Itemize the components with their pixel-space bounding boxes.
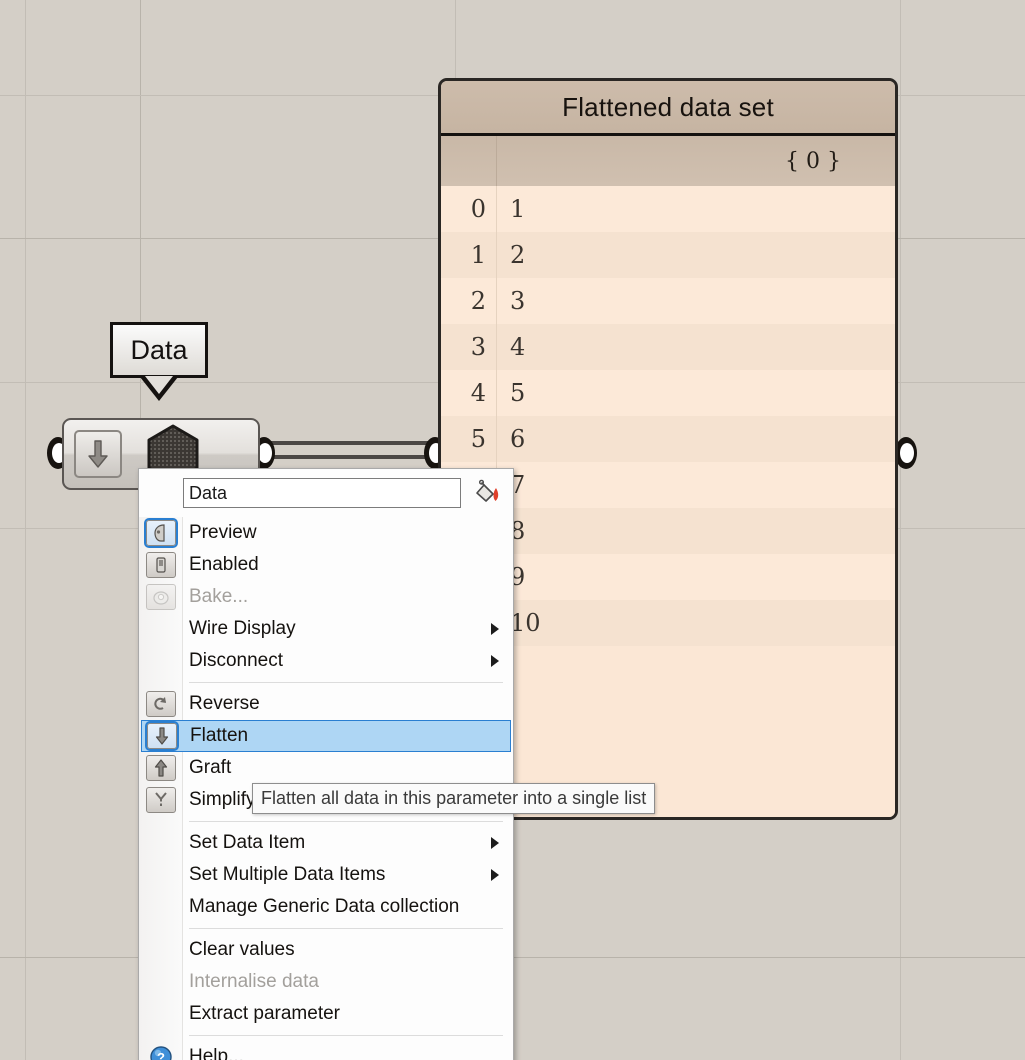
row-value: 6 [497,416,895,462]
menu-item-manage-generic-data-collection[interactable]: Manage Generic Data collection [139,891,513,923]
flatten-down-arrow-icon[interactable] [74,430,122,478]
graft-up-arrow-icon [145,754,177,782]
flatten-down-arrow-icon [146,722,178,750]
menu-item-label: Bake... [189,586,248,608]
row-index: 1 [441,232,497,278]
table-row[interactable]: 12 [441,232,895,278]
graft-up-arrow-icon-box [146,755,176,781]
data-path-label: { 0 } [497,136,895,186]
row-value: 4 [497,324,895,370]
row-value: 5 [497,370,895,416]
menu-item-label: Wire Display [189,618,296,640]
bake-icon-box [146,584,176,610]
table-row[interactable]: 45 [441,370,895,416]
menu-item-label: Disconnect [189,650,283,672]
table-row[interactable]: 56 [441,416,895,462]
menu-item-flatten[interactable]: Flatten [141,720,511,752]
bake-icon [145,583,177,611]
table-row[interactable]: 01 [441,186,895,232]
grasshopper-canvas[interactable]: Flattened data set { 0 } 011223344556677… [0,0,1025,1060]
menu-item-graft[interactable]: Graft [139,752,513,784]
gridline-vertical [900,0,901,1060]
table-row[interactable]: 34 [441,324,895,370]
row-index: 4 [441,370,497,416]
data-panel-path-row: { 0 } [441,136,895,186]
node-name-balloon: Data [110,322,208,378]
enabled-toggle-icon [145,551,177,579]
parameter-name-input[interactable] [183,478,461,508]
menu-item-wire-display[interactable]: Wire Display [139,613,513,645]
menu-item-label: Internalise data [189,971,319,993]
menu-item-reverse[interactable]: Reverse [139,688,513,720]
preview-head-icon-box [146,520,176,546]
menu-item-label: Simplify [189,789,256,811]
reverse-arrow-icon-box [146,691,176,717]
row-value: 7 [497,462,895,508]
tooltip-text: Flatten all data in this parameter into … [261,788,646,808]
menu-separator [189,682,503,683]
menu-item-label: Set Multiple Data Items [189,864,385,886]
menu-item-label: Flatten [190,725,248,747]
row-value: 8 [497,508,895,554]
preview-head-icon [145,519,177,547]
menu-item-label: Graft [189,757,231,779]
row-index: 2 [441,278,497,324]
panel-output-connector-grip[interactable] [895,437,917,469]
simplify-y-icon-box [146,787,176,813]
menu-item-preview[interactable]: Preview [139,517,513,549]
menu-separator [189,928,503,929]
flatten-down-arrow-glyph [84,439,112,469]
chevron-right-icon [491,655,499,667]
connection-wire[interactable] [255,455,445,459]
menu-item-label: Preview [189,522,257,544]
menu-item-label: Manage Generic Data collection [189,896,459,918]
menu-item-internalise-data: Internalise data [139,966,513,998]
menu-body: Preview Enabled Bake... Wire Display Disconn… [139,469,513,1060]
svg-text:?: ? [157,1050,165,1060]
chevron-right-icon [491,623,499,635]
menu-item-label: Enabled [189,554,259,576]
row-index: 5 [441,416,497,462]
balloon-tail [140,377,178,401]
paint-bucket-icon[interactable] [471,478,501,508]
data-panel-title: Flattened data set [441,81,895,136]
row-index: 0 [441,186,497,232]
row-index: 3 [441,324,497,370]
help-question-icon: ? [145,1043,177,1060]
menu-item-label: Set Data Item [189,832,305,854]
reverse-arrow-icon [145,690,177,718]
menu-item-label: Extract parameter [189,1003,340,1025]
gridline-vertical [25,0,26,1060]
row-value: 10 [497,600,895,646]
menu-item-set-data-item[interactable]: Set Data Item [139,827,513,859]
menu-item-set-multiple-data-items[interactable]: Set Multiple Data Items [139,859,513,891]
connection-wire[interactable] [255,441,445,445]
name-row [139,469,513,517]
row-value: 2 [497,232,895,278]
path-row-index-cell [441,136,497,186]
parameter-context-menu[interactable]: Preview Enabled Bake... Wire Display Disconn… [138,468,514,1060]
chevron-right-icon [491,869,499,881]
menu-item-enabled[interactable]: Enabled [139,549,513,581]
menu-item-help[interactable]: ? Help... [139,1041,513,1060]
flatten-tooltip: Flatten all data in this parameter into … [252,783,655,814]
menu-separator [189,821,503,822]
menu-item-bake: Bake... [139,581,513,613]
menu-item-clear-values[interactable]: Clear values [139,934,513,966]
node-name-balloon-label: Data [130,335,187,366]
row-value: 1 [497,186,895,232]
simplify-y-icon [145,786,177,814]
menu-separator [189,1035,503,1036]
table-row[interactable]: 23 [441,278,895,324]
menu-item-label: Clear values [189,939,295,961]
row-value: 9 [497,554,895,600]
menu-item-extract-parameter[interactable]: Extract parameter [139,998,513,1030]
chevron-right-icon [491,837,499,849]
menu-item-label: Reverse [189,693,260,715]
enabled-toggle-icon-box [146,552,176,578]
menu-item-disconnect[interactable]: Disconnect [139,645,513,677]
row-value: 3 [497,278,895,324]
flatten-down-arrow-icon-box [147,723,177,749]
menu-item-label: Help... [189,1046,244,1060]
